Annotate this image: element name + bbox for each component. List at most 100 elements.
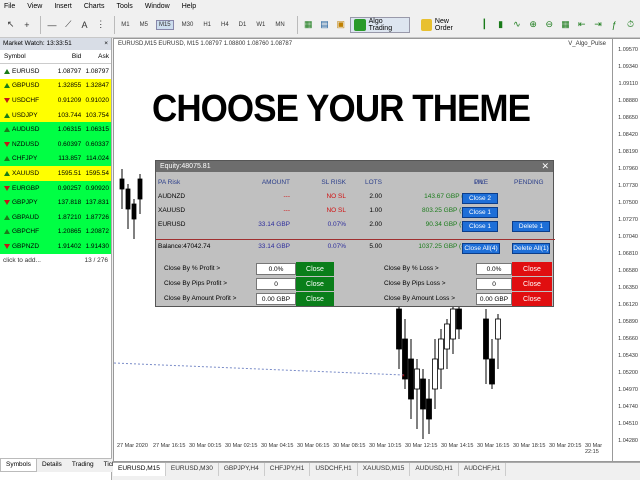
bar-chart-icon[interactable]: ┃ bbox=[478, 18, 491, 32]
new-order-button[interactable]: New Order bbox=[418, 17, 470, 33]
market-watch-row[interactable]: EURGBP 0.90257 0.90920 bbox=[0, 180, 111, 196]
crosshair-icon[interactable]: + bbox=[20, 18, 33, 32]
close-position-button[interactable]: Close 1 bbox=[462, 207, 498, 218]
close-position-button[interactable]: Close 1 bbox=[462, 221, 498, 232]
price-label: 1.07270 bbox=[618, 217, 638, 223]
percent-profit-input[interactable]: 0.0% bbox=[256, 263, 296, 275]
chart-tab[interactable]: EURUSD,M30 bbox=[166, 463, 219, 476]
header-ask[interactable]: Ask bbox=[81, 53, 111, 60]
close-percent-profit-button[interactable]: Close bbox=[296, 262, 334, 276]
chart-tab[interactable]: EURUSD,M15 bbox=[113, 463, 166, 476]
zoom-in-icon[interactable]: ⊕ bbox=[526, 18, 539, 32]
candles-icon[interactable]: ▮ bbox=[494, 18, 507, 32]
market-watch-rows: EURUSD 1.08797 1.08797 GBPUSD 1.32855 1.32847… bbox=[0, 64, 111, 254]
chart-tab[interactable]: USDCHF,H1 bbox=[310, 463, 358, 476]
market-watch-row[interactable]: GBPUSD 1.32855 1.32847 bbox=[0, 78, 111, 94]
cursor-icon[interactable]: ↖ bbox=[4, 18, 17, 32]
chart-tab[interactable]: CHFJPY,H1 bbox=[265, 463, 311, 476]
header-sl-risk: SL RISK bbox=[321, 179, 346, 186]
chart-tab[interactable]: XAUUSD,M15 bbox=[358, 463, 411, 476]
delete-all-button[interactable]: Delete All(1) bbox=[512, 243, 550, 254]
trendline[interactable] bbox=[114, 362, 405, 376]
chart-shift-icon[interactable]: ⇤ bbox=[575, 18, 588, 32]
candle bbox=[414, 359, 420, 429]
tab-details[interactable]: Details bbox=[37, 459, 67, 472]
header-bid[interactable]: Bid bbox=[52, 53, 81, 60]
panel-title-bar[interactable]: Equity:48075.81 ✕ bbox=[156, 161, 553, 172]
menu-charts[interactable]: Charts bbox=[84, 3, 105, 10]
position-sl-risk: NO SL bbox=[326, 193, 346, 200]
line-chart-icon[interactable]: ∿ bbox=[510, 18, 523, 32]
market-watch-row[interactable]: USDJPY 103.744 103.754 bbox=[0, 107, 111, 123]
tab-trading[interactable]: Trading bbox=[67, 459, 99, 472]
price-scale[interactable]: 1.09570 1.09340 1.09110 1.08880 1.08650 1.084… bbox=[613, 38, 640, 462]
chart-tab[interactable]: GBPJPY,H4 bbox=[219, 463, 265, 476]
chart-tab[interactable]: AUDUSD,H1 bbox=[410, 463, 459, 476]
pips-loss-input[interactable]: 0 bbox=[476, 278, 512, 290]
market-watch-row[interactable]: CHFJPY 113.857 114.024 bbox=[0, 151, 111, 167]
timeframe-m30[interactable]: M30 bbox=[180, 21, 196, 29]
close-pips-profit-button[interactable]: Close bbox=[296, 277, 334, 291]
shapes-icon[interactable]: ⋮ bbox=[94, 18, 107, 32]
position-row: XAUUSD --- NO SL 1.00 803.25 GBP (-1.71%… bbox=[156, 205, 555, 218]
balance-lots: 5.00 bbox=[369, 243, 382, 250]
text-tool-icon[interactable]: A bbox=[78, 18, 91, 32]
arrow-up-icon bbox=[4, 229, 10, 235]
close-amount-loss-button[interactable]: Close bbox=[512, 292, 552, 306]
price-label: 1.09570 bbox=[618, 47, 638, 53]
periods-icon[interactable]: ⏱ bbox=[624, 18, 637, 32]
header-symbol[interactable]: Symbol bbox=[0, 53, 52, 60]
percent-loss-input[interactable]: 0.0% bbox=[476, 263, 512, 275]
algo-trading-button[interactable]: Algo Trading bbox=[350, 16, 410, 33]
amount-profit-input[interactable]: 0.00 GBP bbox=[256, 293, 296, 305]
menu-help[interactable]: Help bbox=[182, 3, 196, 10]
timeframe-w1[interactable]: W1 bbox=[254, 21, 267, 29]
menu-view[interactable]: View bbox=[27, 3, 42, 10]
menu-file[interactable]: File bbox=[4, 3, 15, 10]
profiles-icon[interactable]: ▣ bbox=[334, 18, 347, 32]
timeframe-d1[interactable]: D1 bbox=[237, 21, 249, 29]
close-amount-profit-button[interactable]: Close bbox=[296, 292, 334, 306]
market-watch-row[interactable]: XAUUSD 1595.51 1595.54 bbox=[0, 166, 111, 181]
close-all-button[interactable]: Close All(4) bbox=[462, 243, 500, 254]
timeframe-h1[interactable]: H1 bbox=[201, 21, 213, 29]
market-watch-row[interactable]: EURUSD 1.08797 1.08797 bbox=[0, 64, 111, 79]
new-chart-icon[interactable]: ▦ bbox=[302, 18, 315, 32]
market-watch-row[interactable]: NZDUSD 0.60397 0.60337 bbox=[0, 136, 111, 152]
tile-windows-icon[interactable]: ▦ bbox=[559, 18, 572, 32]
pips-profit-input[interactable]: 0 bbox=[256, 278, 296, 290]
candle bbox=[119, 169, 125, 209]
market-watch-row[interactable]: USDCHF 0.91209 0.91020 bbox=[0, 93, 111, 108]
templates-icon[interactable]: ▤ bbox=[318, 18, 331, 32]
close-icon[interactable]: ✕ bbox=[541, 161, 549, 172]
autoscroll-icon[interactable]: ⇥ bbox=[591, 18, 604, 32]
trendline-icon[interactable]: ⟋ bbox=[62, 18, 75, 32]
menu-insert[interactable]: Insert bbox=[54, 3, 72, 10]
market-watch-row[interactable]: GBPAUD 1.87210 1.87726 bbox=[0, 209, 111, 225]
market-watch-row[interactable]: GBPNZD 1.91402 1.91430 bbox=[0, 239, 111, 254]
zoom-out-icon[interactable]: ⊖ bbox=[543, 18, 556, 32]
market-watch-row[interactable]: AUDUSD 1.06315 1.06315 bbox=[0, 122, 111, 137]
timeframe-m5[interactable]: M5 bbox=[138, 21, 150, 29]
timeframe-m15[interactable]: M15 bbox=[155, 19, 174, 30]
time-axis[interactable]: 27 Mar 2020 27 Mar 16:15 30 Mar 00:15 30 Ma… bbox=[113, 441, 613, 455]
chart-tab[interactable]: AUDCHF,H1 bbox=[459, 463, 507, 476]
click-to-add[interactable]: click to add... bbox=[3, 257, 41, 264]
horizontal-line-icon[interactable]: — bbox=[45, 18, 58, 32]
menu-window[interactable]: Window bbox=[145, 3, 170, 10]
close-percent-loss-button[interactable]: Close bbox=[512, 262, 552, 276]
tab-symbols[interactable]: Symbols bbox=[0, 459, 37, 472]
timeframe-mn[interactable]: MN bbox=[273, 21, 286, 29]
close-pips-loss-button[interactable]: Close bbox=[512, 277, 552, 291]
timeframe-h4[interactable]: H4 bbox=[219, 21, 231, 29]
amount-loss-input[interactable]: 0.00 GBP bbox=[476, 293, 512, 305]
market-watch-row[interactable]: GBPCHF 1.20865 1.20872 bbox=[0, 224, 111, 240]
menu-tools[interactable]: Tools bbox=[116, 3, 132, 10]
market-watch-row[interactable]: GBPJPY 137.818 137.831 bbox=[0, 195, 111, 210]
close-icon[interactable]: × bbox=[104, 40, 108, 48]
delete-pending-button[interactable]: Delete 1 bbox=[512, 221, 550, 232]
timeframe-m1[interactable]: M1 bbox=[119, 21, 131, 29]
indicators-icon[interactable]: ƒ bbox=[608, 18, 621, 32]
close-position-button[interactable]: Close 2 bbox=[462, 193, 498, 204]
symbol-name: GBPAUD bbox=[12, 213, 39, 221]
